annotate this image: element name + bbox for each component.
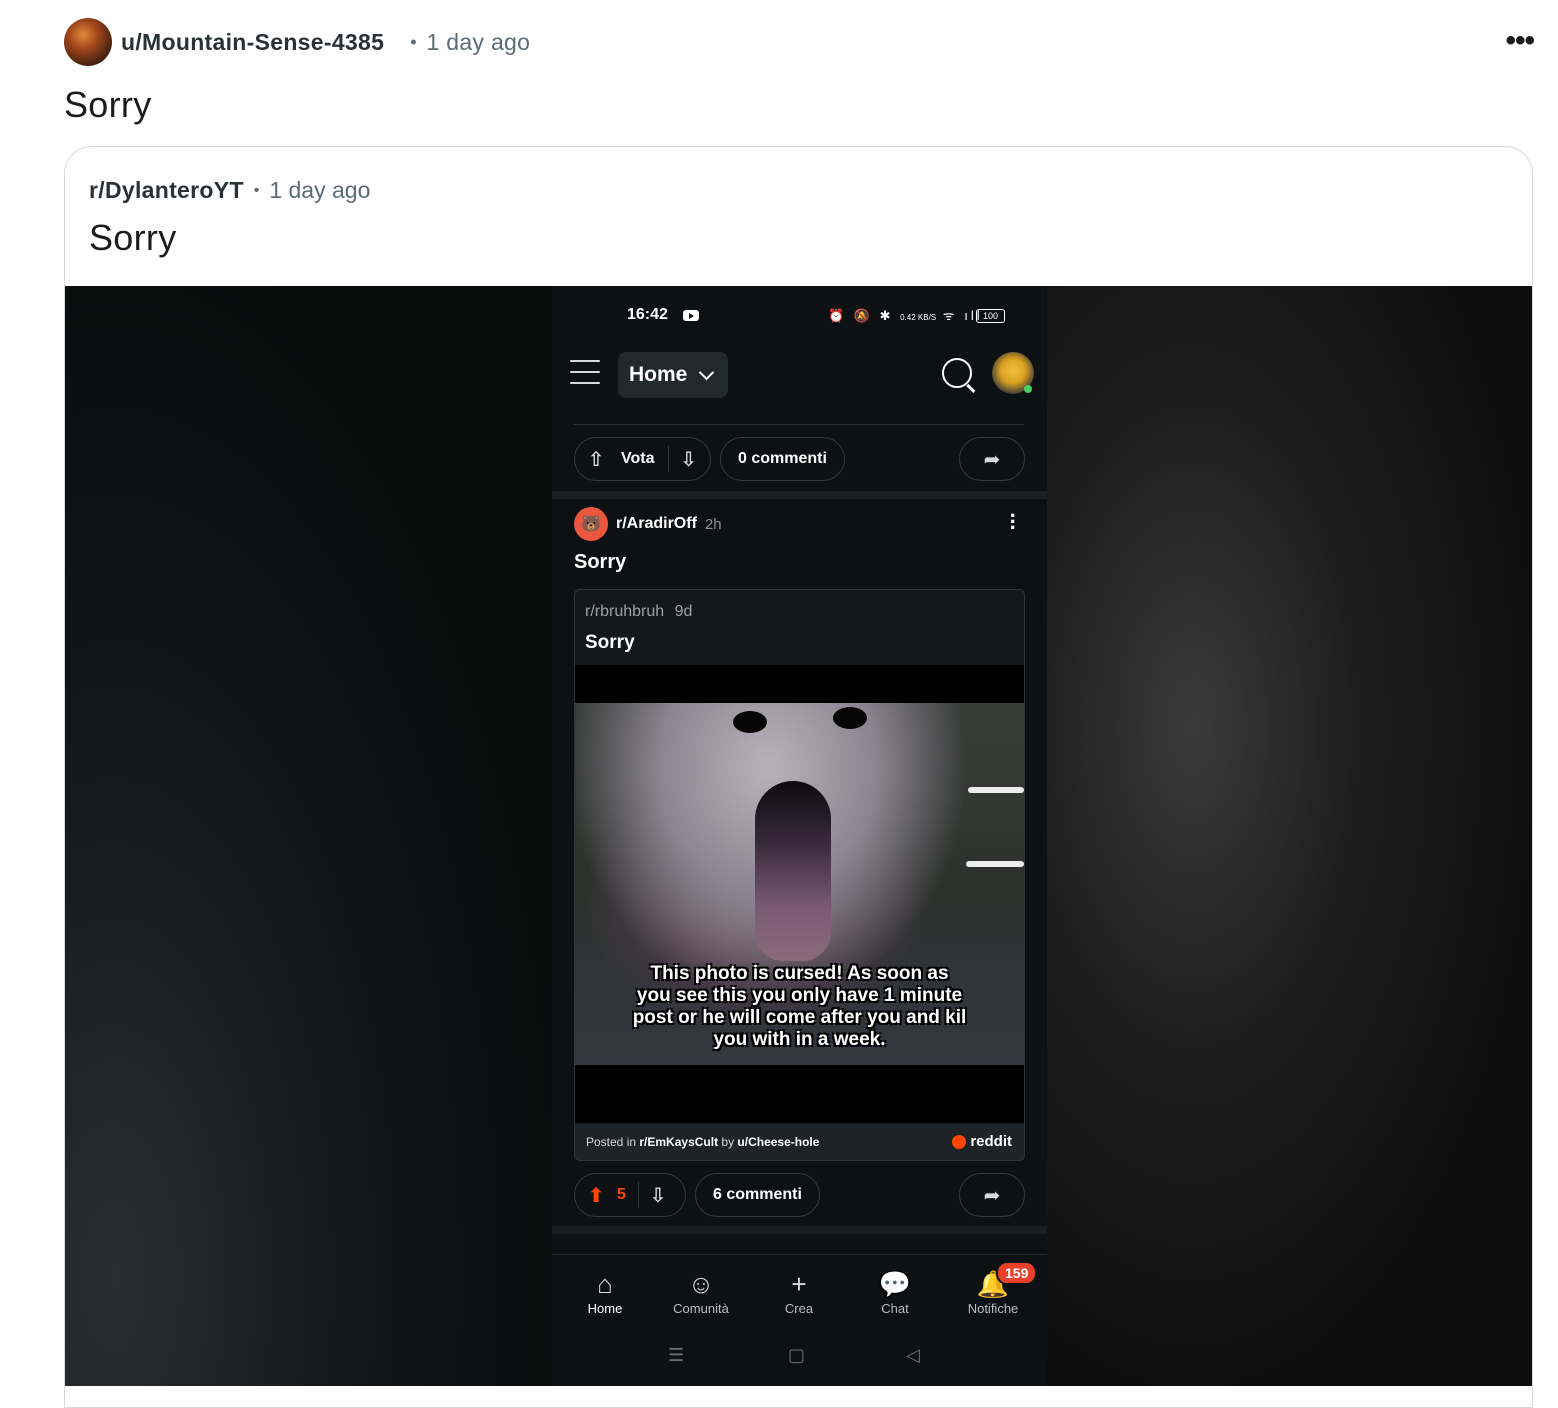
reddit-wordmark: reddit — [970, 1133, 1012, 1150]
comments-button[interactable]: 6 commenti — [695, 1173, 820, 1217]
search-icon[interactable] — [942, 358, 972, 388]
nav-label: Home — [587, 1301, 623, 1316]
meme-eye-right — [833, 707, 867, 729]
home-button-icon[interactable]: ▢ — [788, 1345, 805, 1366]
credit-prefix: Posted in — [586, 1135, 640, 1149]
downvote-icon[interactable]: ⇩ — [677, 448, 699, 471]
embedded-footer: Posted in r/EmKaysCult by u/Cheese-hole … — [575, 1124, 1024, 1160]
post-meta: 🐻 r/AradirOff 2h · · · — [574, 505, 1025, 541]
battery-icon: 100 — [976, 309, 1005, 323]
nav-label: Crea — [784, 1301, 814, 1316]
vote-pill: ⬆ 5 ⇩ — [574, 1173, 686, 1217]
comments-button[interactable]: 0 commenti — [720, 437, 845, 481]
nav-home[interactable]: ⌂ Home — [560, 1267, 650, 1316]
status-icons: ⏰ 🔕 ✱ 0.42 KB/S ᯤ ıll — [828, 308, 983, 323]
reddit-snoo-icon — [952, 1134, 967, 1149]
share-icon[interactable]: ➦ — [959, 1173, 1025, 1217]
nav-label: Chat — [881, 1301, 909, 1316]
network-speed: 0.42 KB/S — [900, 313, 937, 322]
more-options-icon[interactable]: ••• — [1505, 24, 1534, 58]
embedded-title: Sorry — [585, 632, 635, 653]
back-icon[interactable]: ◁ — [906, 1345, 920, 1366]
embedded-age: 9d — [674, 603, 693, 620]
cursed-meme-image: This photo is cursed! As soon as you see… — [575, 703, 1024, 1065]
vote-count: 5 — [617, 1186, 626, 1203]
communities-icon: ☺ — [687, 1269, 715, 1299]
post-age: 2h — [704, 515, 722, 533]
author-name[interactable]: u/Mountain-Sense-4385 — [121, 29, 384, 56]
nav-label: Comunità — [673, 1301, 729, 1316]
prev-post-actions: ⇧ Vota ⇩ 0 commenti ➦ — [574, 437, 1025, 481]
meme-light-stripe — [968, 787, 1024, 793]
author-avatar[interactable] — [64, 18, 112, 66]
share-icon[interactable]: ➦ — [959, 437, 1025, 481]
chevron-down-icon — [699, 364, 715, 380]
reddit-logo: reddit — [952, 1133, 1012, 1150]
chat-icon: 💬 — [878, 1269, 912, 1299]
meme-caption: This photo is cursed! As soon as you see… — [632, 963, 967, 1050]
vote-separator — [668, 446, 670, 472]
user-avatar[interactable] — [992, 352, 1034, 394]
notification-badge: 159 — [996, 1261, 1038, 1285]
system-navigation: ☰ ▢ ◁ — [552, 1345, 1047, 1365]
vote-separator — [637, 1182, 639, 1208]
subreddit-avatar[interactable]: 🐻 — [574, 507, 608, 541]
crosspost-meta: r/DylanteroYT • 1 day ago — [89, 177, 370, 204]
app-topbar: Home — [552, 350, 1047, 400]
embedded-crosspost[interactable]: r/rbruhbruh 9d Sorry This photo is curse… — [574, 589, 1025, 1161]
post-actions: ⬆ 5 ⇩ 6 commenti ➦ — [574, 1173, 1025, 1217]
nav-communities[interactable]: ☺ Comunità — [656, 1267, 746, 1316]
credit-by: by — [718, 1135, 738, 1149]
post-title: Sorry — [64, 84, 152, 125]
home-icon: ⌂ — [597, 1269, 613, 1299]
upvote-icon[interactable]: ⬆ — [585, 1184, 607, 1207]
credit-subreddit: r/EmKaysCult — [639, 1135, 719, 1149]
nav-chat[interactable]: 💬 Chat — [850, 1267, 940, 1316]
crosspost-time: 1 day ago — [269, 177, 371, 203]
vote-pill: ⇧ Vota ⇩ — [574, 437, 711, 481]
post-separator — [552, 491, 1047, 499]
feed-selector-label: Home — [629, 363, 688, 386]
embedded-meta: r/rbruhbruh 9d — [585, 603, 692, 621]
divider — [574, 424, 1024, 425]
post-separator — [552, 1226, 1047, 1234]
nav-create[interactable]: + Crea — [754, 1267, 844, 1316]
post-media[interactable]: 16:42 ⏰ 🔕 ✱ 0.42 KB/S ᯤ ıll 100 Home ⇧ V… — [65, 286, 1532, 1386]
crosspost-separator: • — [253, 181, 260, 199]
embedded-subreddit: r/rbruhbruh — [585, 603, 665, 620]
upvote-icon[interactable]: ⇧ — [585, 448, 607, 471]
crosspost-title: Sorry — [89, 217, 177, 258]
meme-mouth — [755, 781, 831, 961]
credit-user: u/Cheese-hole — [737, 1135, 820, 1149]
vote-label: Vota — [621, 450, 655, 467]
status-clock: 16:42 — [627, 306, 668, 323]
crosspost-subreddit[interactable]: r/DylanteroYT — [89, 177, 244, 204]
meme-light-stripe — [966, 861, 1024, 867]
bottom-navigation: ⌂ Home ☺ Comunità + Crea 💬 Chat 🔔 159 No… — [552, 1254, 1047, 1386]
recents-icon[interactable]: ☰ — [668, 1345, 684, 1366]
phone-post-title: Sorry — [574, 551, 627, 573]
youtube-icon — [683, 310, 699, 321]
phone-screenshot: 16:42 ⏰ 🔕 ✱ 0.42 KB/S ᯤ ıll 100 Home ⇧ V… — [552, 286, 1047, 1386]
feed-selector[interactable]: Home — [618, 352, 728, 398]
embedded-credit: Posted in r/EmKaysCult by u/Cheese-hole — [586, 1135, 819, 1149]
nav-label: Notifiche — [967, 1301, 1019, 1316]
nav-notifications[interactable]: 🔔 159 Notifiche — [948, 1261, 1038, 1316]
online-indicator — [1024, 385, 1032, 393]
downvote-icon[interactable]: ⇩ — [647, 1184, 669, 1207]
post-header: u/Mountain-Sense-4385 • 1 day ago ••• — [64, 14, 1535, 70]
post-subreddit[interactable]: r/AradirOff — [616, 515, 697, 533]
kebab-menu-icon[interactable]: · · · — [1010, 505, 1017, 539]
crosspost-card[interactable]: r/DylanteroYT • 1 day ago Sorry 16:42 ⏰ … — [64, 146, 1533, 1408]
embedded-media: This photo is cursed! As soon as you see… — [575, 665, 1024, 1123]
post-time: 1 day ago — [426, 28, 531, 55]
plus-icon: + — [791, 1269, 807, 1299]
menu-icon[interactable] — [570, 360, 600, 386]
status-bar: 16:42 ⏰ 🔕 ✱ 0.42 KB/S ᯤ ıll 100 — [552, 306, 1047, 330]
meme-eye-left — [733, 711, 767, 733]
meta-separator: • — [410, 31, 417, 52]
